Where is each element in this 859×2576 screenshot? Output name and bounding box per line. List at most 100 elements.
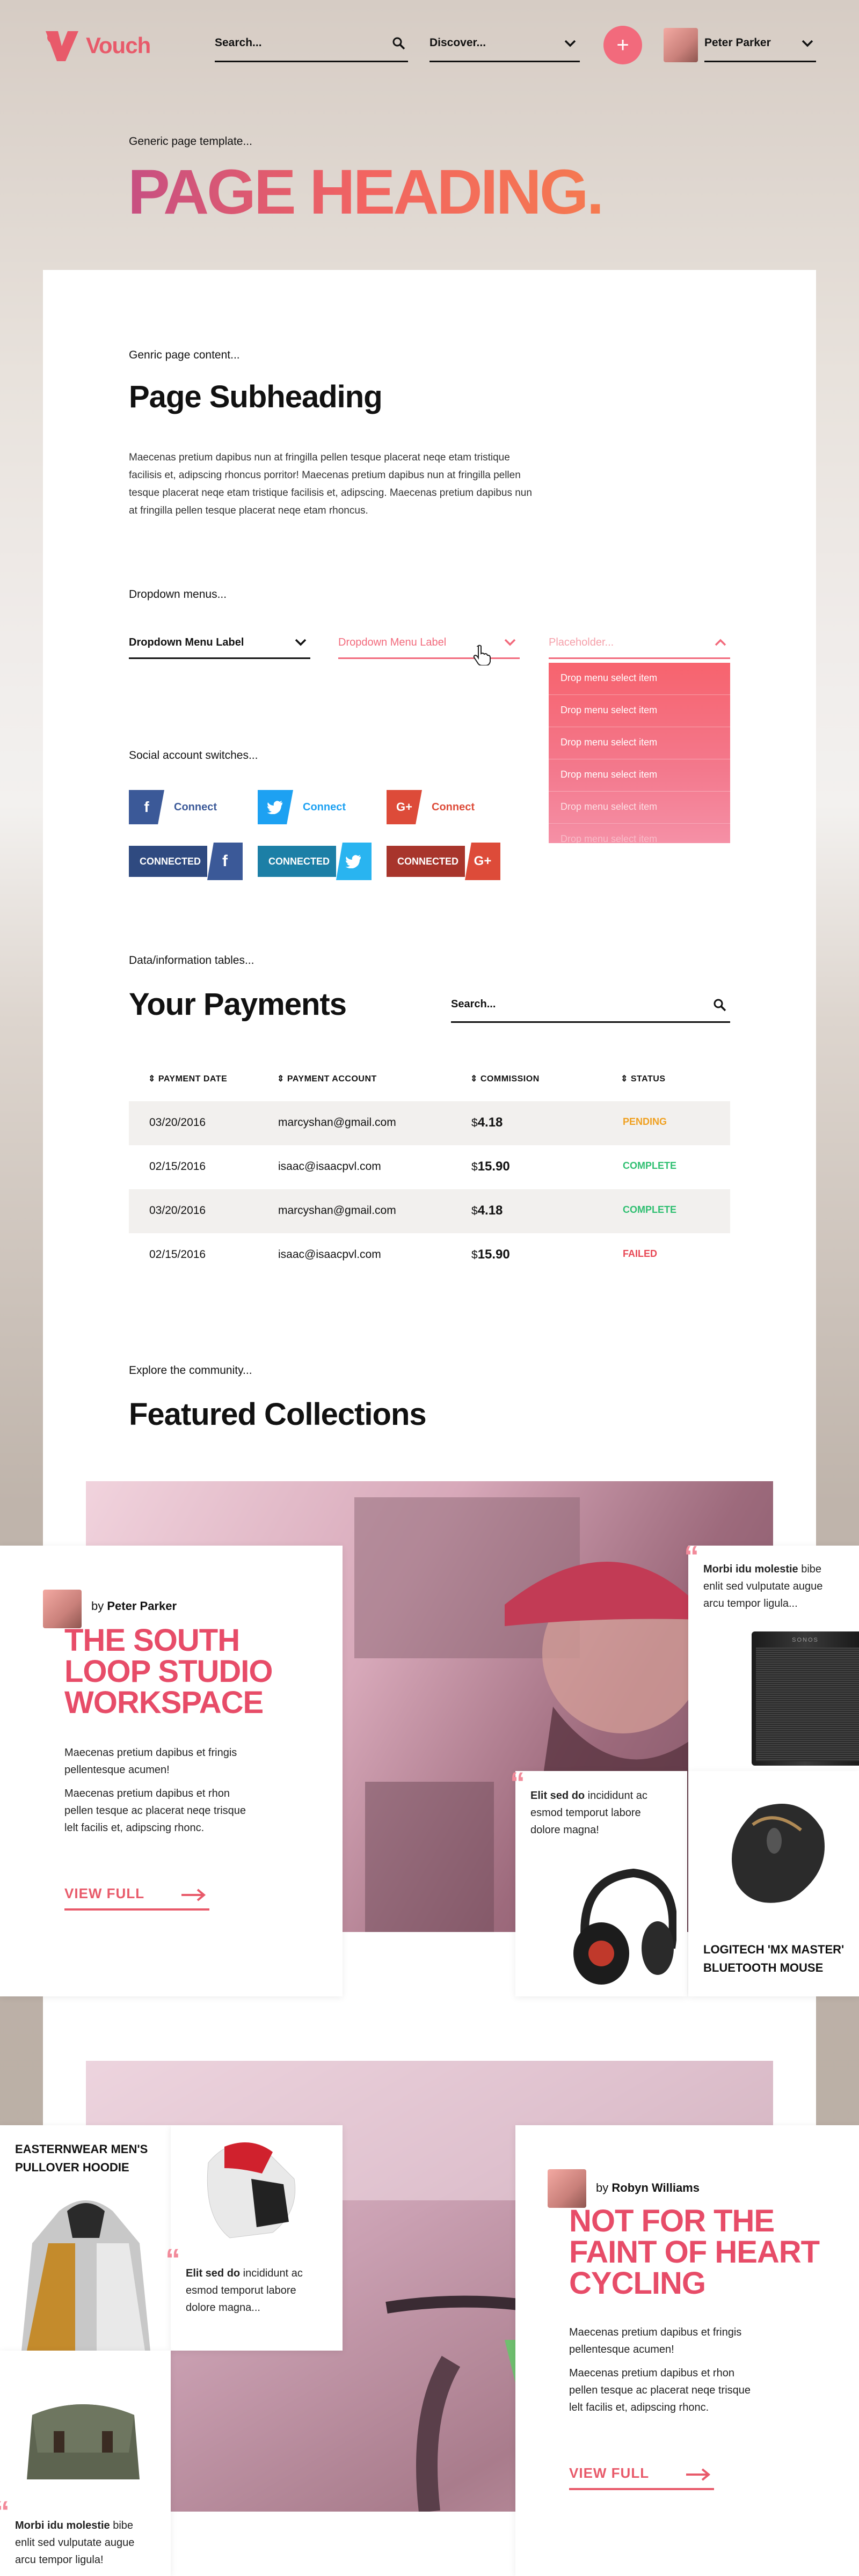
product-card[interactable]: LOGITECH 'MX MASTER' BLUETOOTH MOUSE (688, 1771, 859, 1996)
quote-card[interactable]: “ Morbi idu molestie bibe enlit sed vulp… (684, 1541, 859, 1771)
title-line: WORKSPACE (64, 1685, 264, 1720)
quote-rest: enlit sed vulputate augue (15, 2537, 135, 2549)
google-connect[interactable]: G+ Connect (387, 790, 475, 824)
speaker-grille (756, 1648, 859, 1761)
by-label: by (596, 2181, 609, 2194)
dropdown-menu: Drop menu select item Drop menu select i… (549, 663, 730, 843)
col-payment-date[interactable]: ⇕ PAYMENT DATE (148, 1073, 227, 1084)
author-avatar (548, 2169, 586, 2208)
cell-date: 02/15/2016 (149, 1248, 206, 1261)
quote-bold: Elit sed do (530, 1790, 585, 1802)
quote-rest: dolore magna! (530, 1824, 599, 1836)
facebook-icon: f (207, 843, 243, 880)
title-line: THE SOUTH (64, 1623, 240, 1658)
collection-card[interactable]: by Peter Parker THE SOUTH LOOP STUDIO WO… (0, 1546, 343, 1996)
dropdown-open[interactable]: Placeholder... (549, 632, 730, 659)
logo[interactable]: Vouch (43, 27, 151, 64)
col-status[interactable]: ⇕ STATUS (621, 1073, 665, 1084)
speaker-brand: SONOS (792, 1637, 819, 1643)
facebook-connected[interactable]: CONNECTED f (129, 843, 243, 880)
product-title-line: BLUETOOTH MOUSE (703, 1961, 824, 1974)
search-icon[interactable] (713, 998, 727, 1012)
title-line: LOOP STUDIO (64, 1654, 273, 1689)
quote-card[interactable]: “ Morbi idu molestie bibe enlit sed vulp… (0, 2351, 171, 2576)
collection-card[interactable]: by Robyn Williams NOT FOR THE FAINT OF H… (515, 2125, 859, 2576)
dropdown-label: Dropdown Menu Label (129, 636, 244, 648)
user-avatar[interactable] (664, 28, 698, 62)
menu-item[interactable]: Drop menu select item (549, 695, 730, 727)
product-title-line: PULLOVER HOODIE (15, 2161, 129, 2174)
currency: $ (471, 1205, 478, 1217)
hand-cursor-icon (473, 645, 491, 665)
table-row[interactable]: 03/20/2016 marcyshan@gmail.com $4.18 COM… (129, 1189, 730, 1233)
featured-title: Featured Collections (129, 1397, 427, 1432)
menu-item[interactable]: Drop menu select item (549, 792, 730, 824)
add-button[interactable]: + (603, 26, 642, 64)
page-eyebrow: Generic page template... (129, 135, 252, 148)
product-card[interactable]: EASTERNWEAR MEN'S PULLOVER HOODIE (0, 2125, 171, 2351)
messenger-bag-image (27, 2404, 140, 2479)
collection-title: THE SOUTH LOOP STUDIO WORKSPACE (64, 1625, 273, 1718)
table-row[interactable]: 03/20/2016 marcyshan@gmail.com $4.18 PEN… (129, 1101, 730, 1145)
page-subheading: Page Subheading (129, 379, 383, 414)
header-search-input[interactable]: Search... (215, 32, 408, 62)
table-row[interactable]: 02/15/2016 isaac@isaacpvl.com $15.90 FAI… (129, 1233, 730, 1277)
facebook-connect[interactable]: f Connect (129, 790, 217, 824)
google-connected[interactable]: CONNECTED G+ (387, 843, 500, 880)
view-full-link[interactable]: VIEW FULL (64, 1878, 209, 1911)
amount: 15.90 (477, 1247, 510, 1262)
quote-bold: Elit sed do (186, 2267, 241, 2279)
cell-status: COMPLETE (623, 1160, 677, 1171)
collection-desc: Maecenas pretium dapibus et fringis pell… (569, 2324, 751, 2416)
page-heading: PAGE HEADING. (128, 157, 604, 228)
menu-item[interactable]: Drop menu select item (549, 727, 730, 759)
content-eyebrow: Genric page content... (129, 349, 240, 361)
cell-account: isaac@isaacpvl.com (278, 1160, 381, 1173)
desc-line: pellentesque acumen! (569, 2344, 674, 2355)
connected-label: CONNECTED (129, 846, 207, 877)
chevron-down-icon (295, 639, 307, 646)
sort-icon: ⇕ (148, 1074, 158, 1084)
dropdown-placeholder: Placeholder... (549, 636, 614, 648)
dropdown-default[interactable]: Dropdown Menu Label (129, 632, 310, 659)
search-icon[interactable] (392, 36, 406, 50)
body-line: facilisis et, adipscing rhoncus porritor… (129, 470, 521, 481)
cell-commission: $15.90 (471, 1247, 510, 1262)
chevron-down-icon (564, 40, 576, 47)
product-title-line: LOGITECH 'MX MASTER' (703, 1943, 845, 1956)
user-menu[interactable]: Peter Parker (704, 32, 816, 62)
table-row[interactable]: 02/15/2016 isaac@isaacpvl.com $15.90 COM… (129, 1145, 730, 1189)
quote-rest: bibe (110, 2520, 134, 2531)
cell-commission: $4.18 (471, 1115, 503, 1130)
view-full-link[interactable]: VIEW FULL (569, 2458, 714, 2490)
cell-status: COMPLETE (623, 1204, 677, 1215)
twitter-connect[interactable]: Connect (258, 790, 346, 824)
menu-item[interactable]: Drop menu select item (549, 663, 730, 695)
dropdown-hover[interactable]: Dropdown Menu Label (338, 632, 520, 659)
connected-label: CONNECTED (258, 846, 336, 877)
headphones-image (573, 1868, 676, 1985)
amount: 15.90 (477, 1159, 510, 1174)
menu-item[interactable]: Drop menu select item (549, 824, 730, 843)
quote-rest: arcu tempor ligula... (703, 1598, 798, 1609)
twitter-connected[interactable]: CONNECTED (258, 843, 372, 880)
connect-label: Connect (432, 801, 475, 813)
user-name: Peter Parker (704, 36, 771, 49)
quote-card[interactable]: “ Elit sed do incididunt ac esmod tempor… (165, 2125, 343, 2351)
view-full-label: VIEW FULL (64, 1885, 145, 1901)
menu-item[interactable]: Drop menu select item (549, 759, 730, 792)
collection-desc: Maecenas pretium dapibus et fringis pell… (64, 1744, 246, 1836)
chevron-up-icon (715, 639, 726, 646)
col-payment-account[interactable]: ⇕ PAYMENT ACCOUNT (277, 1073, 377, 1084)
payments-search-input[interactable]: Search... (451, 991, 730, 1023)
quote-bold: Morbi idu molestie (15, 2520, 110, 2531)
column-label: COMMISSION (480, 1074, 540, 1084)
arrow-right-icon (686, 2468, 711, 2481)
quote-card[interactable]: “ Elit sed do incididunt ac esmod tempor… (510, 1768, 687, 1996)
cycling-gloves-image (207, 2142, 296, 2238)
brand-name: Vouch (86, 33, 151, 58)
discover-dropdown[interactable]: Discover... (430, 32, 580, 62)
col-commission[interactable]: ⇕ COMMISSION (470, 1073, 540, 1084)
desc-line: pellen tesque ac placerat neqe trisque (64, 1805, 246, 1817)
desc-line: Maecenas pretium dapibus et fringis (569, 2326, 742, 2338)
